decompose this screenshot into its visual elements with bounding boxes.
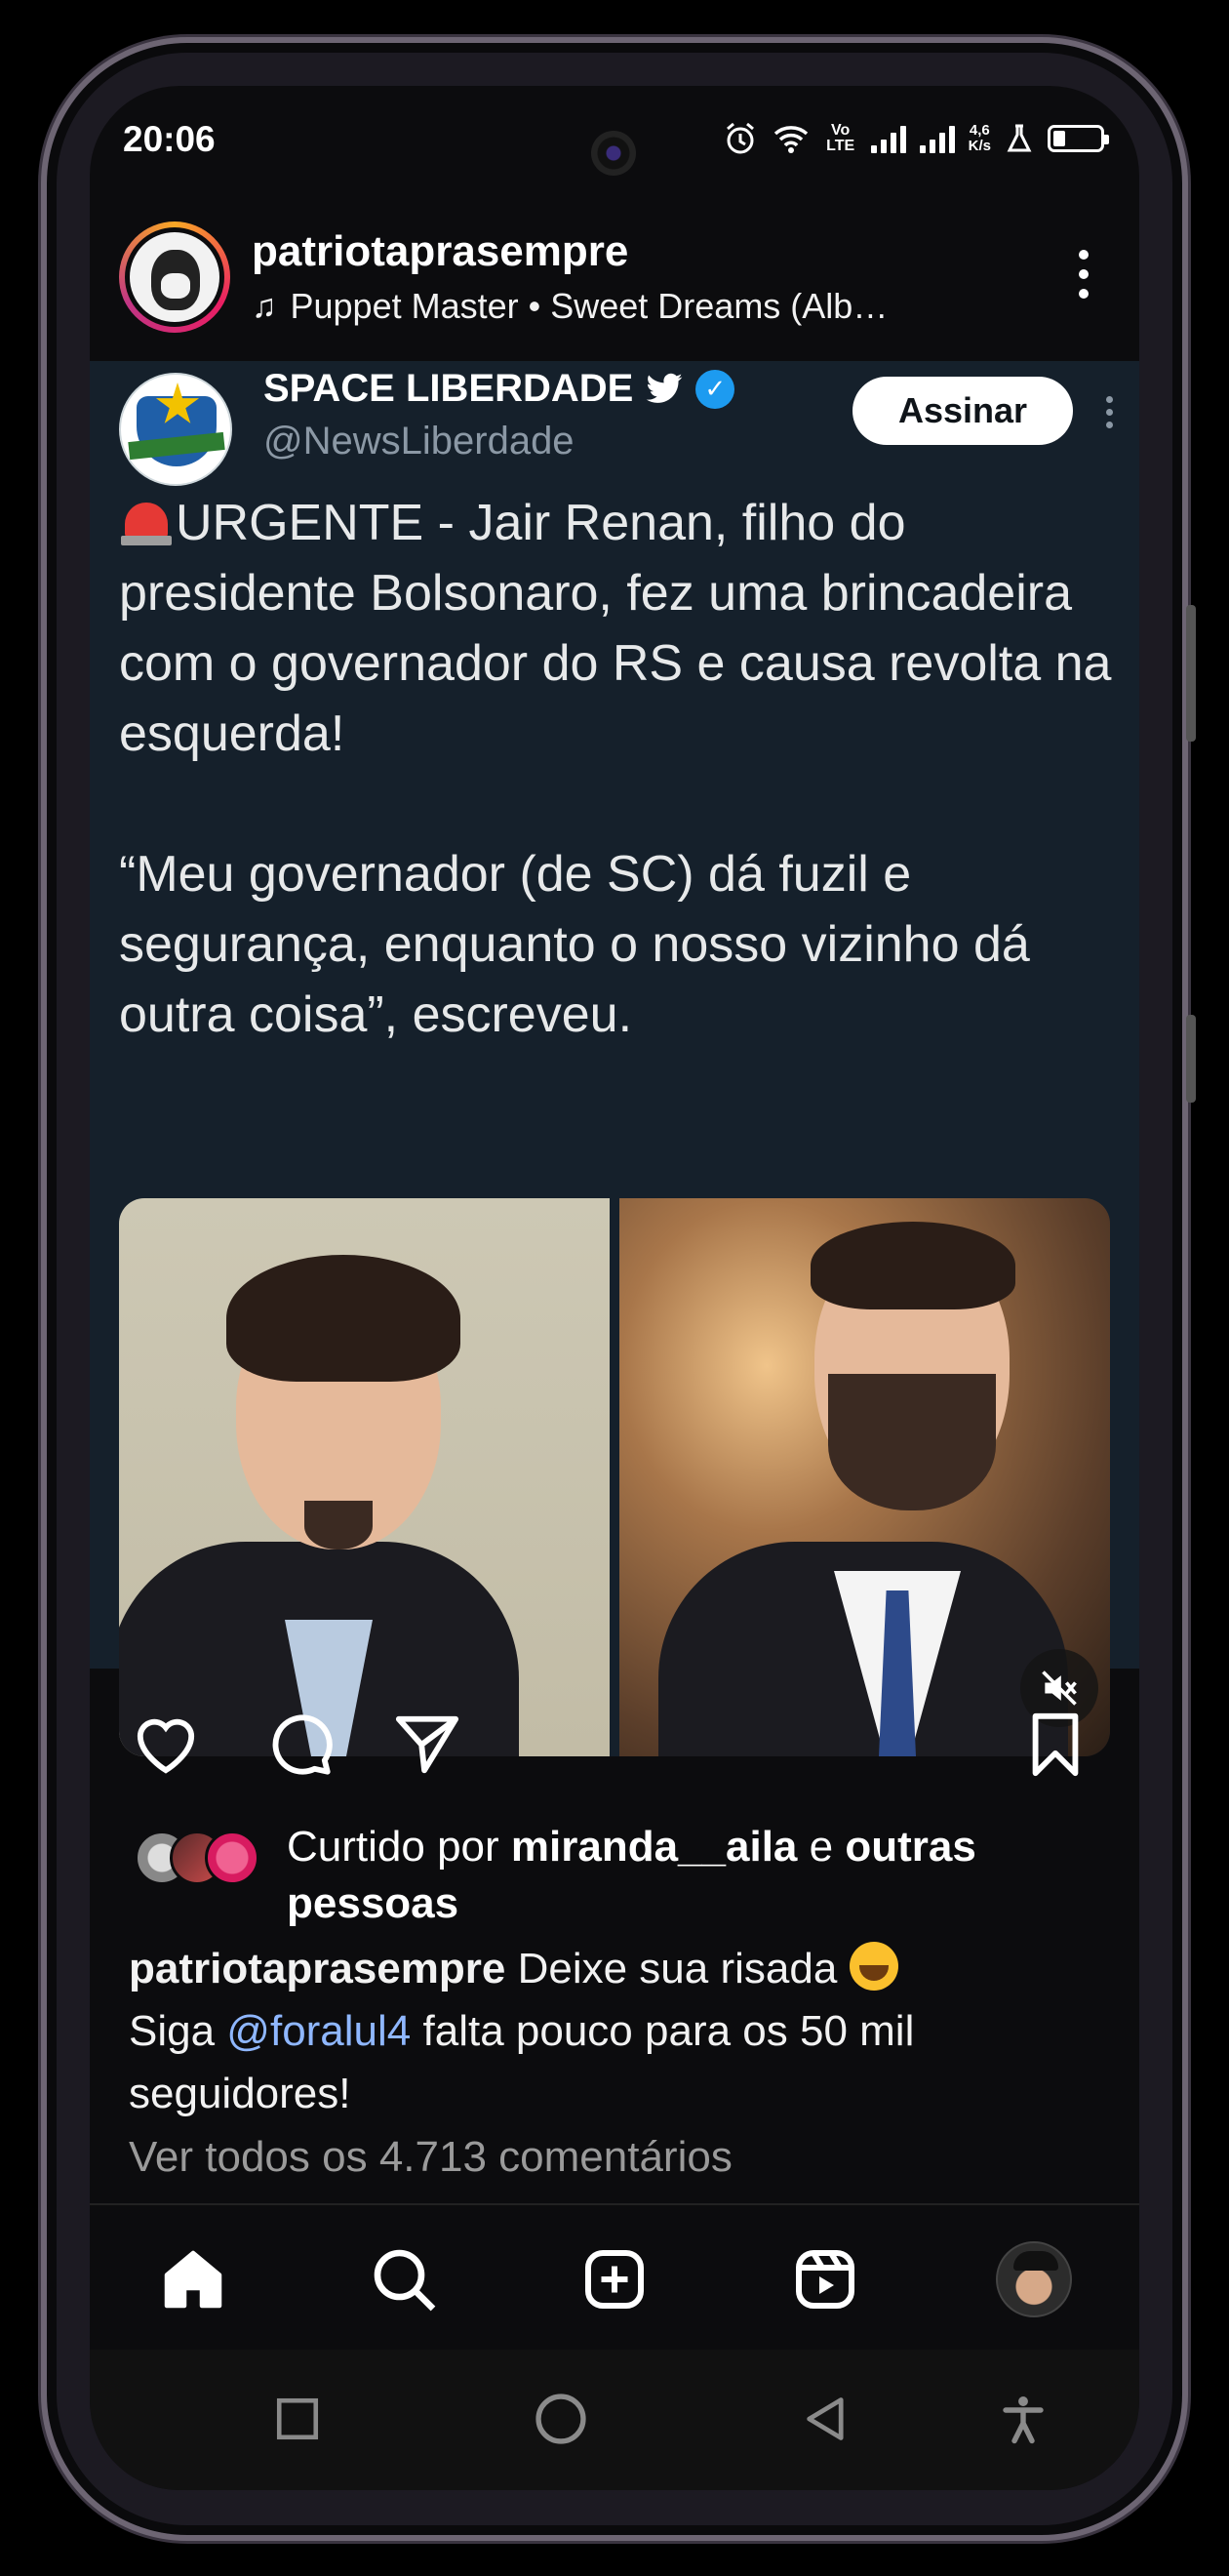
liked-prefix: Curtido por [287, 1823, 511, 1871]
status-time: 20:06 [123, 119, 216, 159]
system-nav [90, 2350, 1139, 2490]
status-icons: Vo LTE 4,6 K/s [723, 121, 1109, 156]
caption-text-1: Deixe sua risada [505, 1945, 850, 1992]
send-icon [395, 1715, 459, 1774]
signal-icon-1 [870, 124, 906, 153]
author-username[interactable]: patriotaprasempre [252, 227, 888, 276]
tweet-handle: @NewsLiberdade [263, 420, 575, 463]
tweet-photos [119, 1198, 1110, 1756]
liker-avatar [205, 1831, 259, 1885]
save-button[interactable] [1016, 1706, 1094, 1784]
signal-icon-2 [919, 124, 955, 153]
battery-level [1053, 131, 1066, 146]
triangle-back-icon [807, 2397, 844, 2440]
bottom-nav [90, 2203, 1139, 2350]
liked-user[interactable]: miranda__aila [511, 1823, 798, 1871]
tweet-name-text: SPACE LIBERDADE [263, 367, 634, 410]
home-system-button[interactable] [527, 2385, 595, 2453]
song-title: Puppet Master • Sweet Dreams (Alb… [290, 286, 889, 326]
status-bar: 20:06 Vo LTE 4,6 K/s [90, 86, 1139, 193]
tweet-paragraph-1: URGENTE - Jair Renan, filho do president… [119, 495, 1112, 762]
caption-mention[interactable]: @foralul4 [226, 2007, 411, 2055]
twitter-bird-icon [646, 373, 683, 403]
music-note-icon: ♫ [252, 287, 277, 325]
nav-create[interactable] [575, 2240, 654, 2318]
photo-jair-renan [119, 1198, 610, 1756]
post-music[interactable]: ♫ Puppet Master • Sweet Dreams (Alb… [252, 286, 888, 327]
screen: 20:06 Vo LTE 4,6 K/s patriotaprasempre ♫… [90, 86, 1139, 2490]
volte-icon: Vo LTE [826, 122, 855, 154]
nav-profile[interactable] [995, 2240, 1073, 2318]
comment-icon [272, 1714, 333, 1775]
action-bar [90, 1706, 1139, 1803]
tweet-avatar [119, 373, 232, 486]
accessibility-icon [1003, 2396, 1044, 2444]
profile-avatar [996, 2241, 1072, 2317]
circle-icon [535, 2394, 586, 2444]
more-options-icon[interactable] [1079, 250, 1090, 299]
wifi-icon [773, 126, 808, 153]
tweet-subscribe-button: Assinar [852, 377, 1073, 445]
nav-home[interactable] [154, 2240, 232, 2318]
post-header: patriotaprasempre ♫ Puppet Master • Swee… [90, 193, 1139, 361]
bookmark-icon [1032, 1712, 1079, 1777]
like-button[interactable] [127, 1706, 205, 1784]
heart-icon [137, 1718, 195, 1774]
square-icon [276, 2397, 319, 2440]
tweet-header: SPACE LIBERDADE ✓ @NewsLiberdade Assinar [119, 367, 1113, 486]
tweet-text: URGENTE - Jair Renan, filho do president… [119, 488, 1114, 1050]
liked-avatars [135, 1831, 271, 1889]
verified-badge-icon: ✓ [695, 369, 735, 409]
home-icon [164, 2250, 222, 2309]
network-speed-unit: K/s [968, 138, 991, 154]
plus-square-icon [585, 2250, 644, 2309]
front-camera [591, 131, 636, 176]
flask-icon [1007, 124, 1032, 152]
author-avatar[interactable] [119, 221, 230, 333]
tweet-paragraph-2: “Meu governador (de SC) dá fuzil e segur… [119, 846, 1030, 1043]
post-media[interactable]: SPACE LIBERDADE ✓ @NewsLiberdade Assinar… [90, 361, 1139, 1756]
network-speed-value: 4,6 [969, 122, 990, 139]
nav-search[interactable] [365, 2240, 443, 2318]
siren-emoji-icon [119, 497, 172, 545]
photo-eduardo-leite [619, 1198, 1110, 1756]
tweet-display-name: SPACE LIBERDADE ✓ [263, 367, 735, 411]
comment-button[interactable] [261, 1706, 339, 1784]
post-caption: patriotaprasempre Deixe sua risada Siga … [129, 1938, 1104, 2125]
view-comments-link[interactable]: Ver todos os 4.713 comentários [129, 2133, 733, 2182]
volume-button [1186, 605, 1196, 742]
power-button [1186, 1015, 1196, 1103]
accessibility-button[interactable] [989, 2385, 1057, 2453]
liked-by-text: Curtido por miranda__aila e outras pesso… [287, 1819, 1110, 1932]
reels-icon [796, 2250, 854, 2309]
share-button[interactable] [388, 1706, 466, 1784]
network-speed: 4,6 K/s [969, 123, 991, 154]
nav-reels[interactable] [786, 2240, 864, 2318]
search-icon [374, 2249, 436, 2312]
back-button[interactable] [792, 2385, 860, 2453]
liked-by[interactable]: Curtido por miranda__aila e outras pesso… [135, 1819, 1110, 1936]
laughing-emoji-icon [849, 1942, 898, 1991]
alarm-icon [726, 122, 754, 154]
caption-username[interactable]: patriotaprasempre [129, 1945, 505, 1992]
recents-button[interactable] [263, 2385, 332, 2453]
caption-line2-prefix: Siga [129, 2007, 227, 2055]
battery-icon [1048, 125, 1109, 152]
liked-connector: e [797, 1823, 846, 1871]
tweet-more-icon [1106, 396, 1114, 428]
